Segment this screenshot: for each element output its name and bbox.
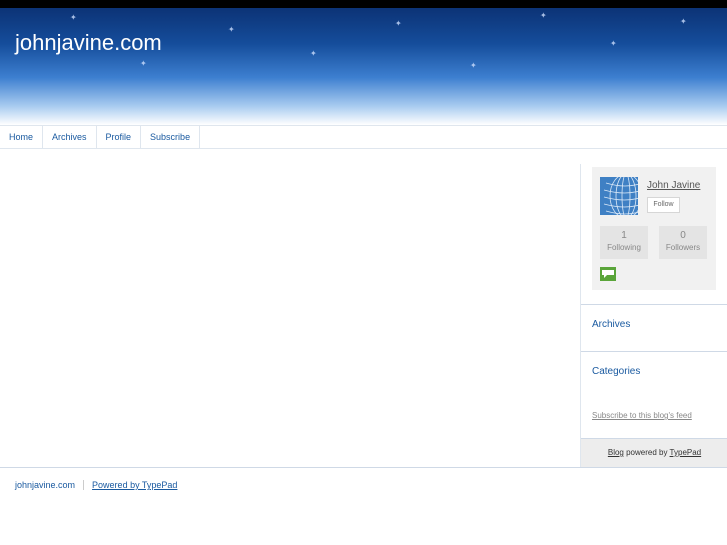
top-bar [0, 0, 727, 8]
footer-powered-link[interactable]: Powered by TypePad [84, 480, 177, 490]
categories-title[interactable]: Categories [592, 366, 640, 377]
star-decoration: ✦ [395, 19, 402, 28]
archives-title[interactable]: Archives [592, 319, 630, 330]
following-count: 1 [621, 230, 627, 241]
blog-link[interactable]: Blog [608, 448, 624, 457]
following-label: Following [607, 243, 641, 252]
nav-item-subscribe[interactable]: Subscribe [141, 126, 201, 148]
star-decoration: ✦ [228, 25, 235, 34]
sidebar: John Javine Follow 1 Following 0 Followe… [580, 164, 727, 468]
powered-by-text: powered by [623, 448, 670, 457]
followers-count: 0 [680, 230, 686, 241]
avatar[interactable] [600, 177, 638, 215]
star-decoration: ✦ [610, 39, 617, 48]
footer-site-link[interactable]: johnjavine.com [15, 480, 85, 490]
nav-item-profile[interactable]: Profile [97, 126, 142, 148]
star-decoration: ✦ [70, 13, 77, 22]
followers-label: Followers [665, 243, 701, 252]
follow-button[interactable]: Follow [647, 197, 680, 213]
header-banner: ✦ ✦ ✦ ✦ ✦ ✦ ✦ ✦ ✦ johnjavine.com [0, 0, 727, 125]
subscribe-feed-link[interactable]: Subscribe to this blog's feed [592, 411, 692, 420]
following-stat[interactable]: 1 Following [600, 226, 648, 259]
star-decoration: ✦ [310, 49, 317, 58]
nav-bar: Home Archives Profile Subscribe [0, 125, 727, 149]
footer: johnjavine.com Powered by TypePad [15, 480, 177, 490]
site-title[interactable]: johnjavine.com [15, 30, 162, 56]
globe-grid-icon [600, 177, 638, 215]
archives-section: Archives [581, 304, 727, 351]
profile-widget: John Javine Follow 1 Following 0 Followe… [592, 167, 716, 290]
nav-item-home[interactable]: Home [0, 126, 44, 148]
star-decoration: ✦ [680, 17, 687, 26]
nav-item-archives[interactable]: Archives [43, 126, 97, 148]
star-decoration: ✦ [540, 11, 547, 20]
star-decoration: ✦ [470, 61, 477, 70]
star-decoration: ✦ [140, 59, 147, 68]
followers-stat[interactable]: 0 Followers [659, 226, 707, 259]
powered-by-box: Blog powered by TypePad [581, 438, 727, 468]
typepad-link[interactable]: TypePad [670, 448, 702, 457]
profile-name-link[interactable]: John Javine [647, 180, 700, 191]
categories-section: Categories [581, 351, 727, 398]
footer-divider [0, 467, 727, 468]
typepad-chat-icon[interactable] [600, 267, 616, 281]
